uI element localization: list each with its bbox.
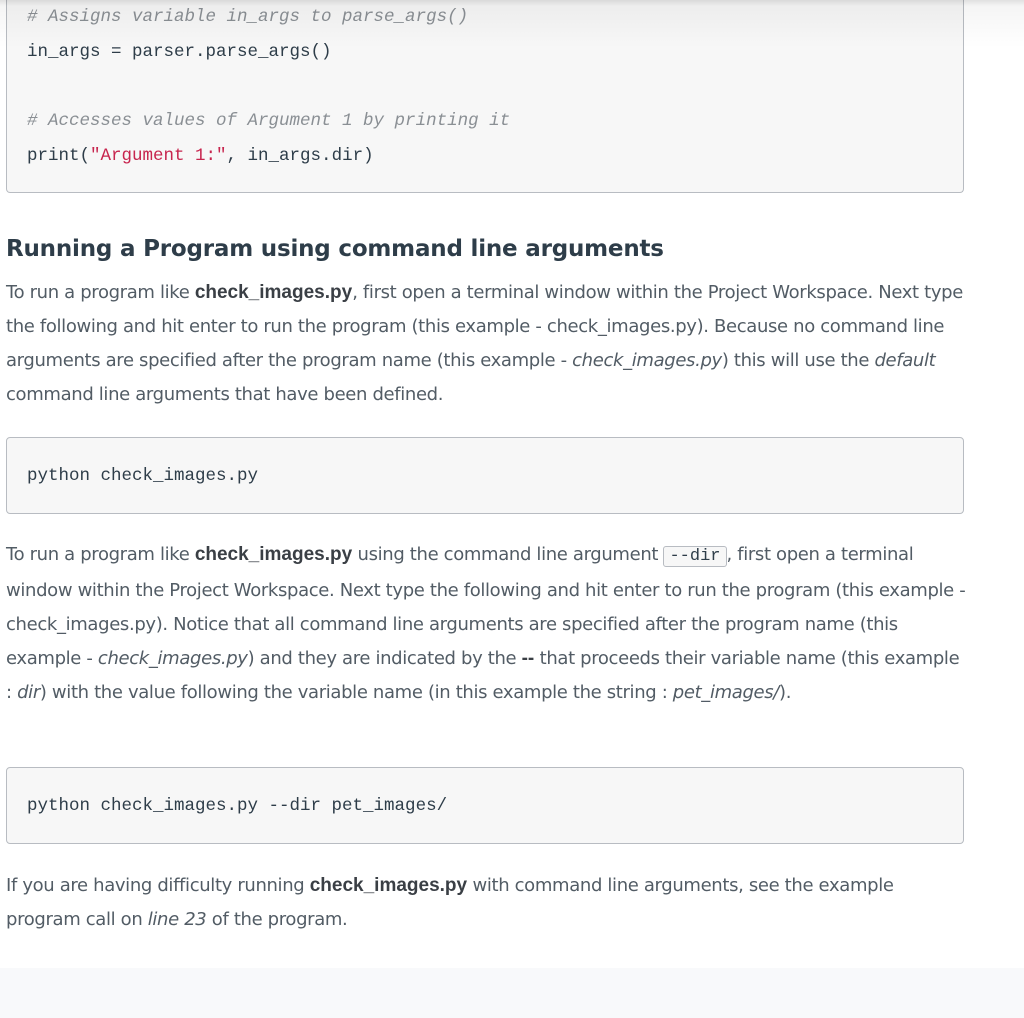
paragraph-help: If you are having difficulty running che… bbox=[6, 869, 966, 937]
italic-default: default bbox=[874, 350, 936, 371]
inline-code-dir: --dir bbox=[663, 546, 727, 567]
code-block-run-default: python check_images.py bbox=[6, 437, 964, 514]
italic-filename: check_images.py bbox=[97, 648, 248, 669]
bold-filename: check_images.py bbox=[194, 544, 353, 565]
text: of the program. bbox=[206, 909, 348, 930]
text: To run a program like bbox=[6, 544, 195, 565]
code-block-parse-args: # Assigns variable in_args to parse_args… bbox=[6, 0, 964, 193]
text: ) this will use the bbox=[721, 350, 875, 371]
page-footer-area bbox=[0, 968, 1024, 1018]
text: ). bbox=[779, 682, 792, 703]
code-line-print: print("Argument 1:", in_args.dir) bbox=[27, 139, 943, 174]
paragraph-dir-arg: To run a program like check_images.py us… bbox=[6, 538, 966, 710]
code-line: in_args = parser.parse_args() bbox=[27, 41, 332, 62]
code-comment: # Assigns variable in_args to parse_args… bbox=[27, 7, 469, 27]
bold-filename: check_images.py bbox=[194, 282, 353, 303]
italic-pet-images: pet_images/ bbox=[672, 682, 780, 703]
text: If you are having difficulty running bbox=[6, 875, 310, 896]
text: To run a program like bbox=[6, 282, 195, 303]
text: command line arguments that have been de… bbox=[6, 384, 444, 405]
code-token: print( bbox=[27, 145, 91, 166]
paragraph-default-args: To run a program like check_images.py, f… bbox=[6, 276, 966, 412]
code-block-run-with-dir: python check_images.py --dir pet_images/ bbox=[6, 767, 964, 844]
text: using the command line argument bbox=[352, 544, 664, 565]
italic-dir: dir bbox=[17, 682, 40, 703]
italic-filename: check_images.py bbox=[572, 350, 722, 371]
text: ) and they are indicated by the bbox=[247, 648, 522, 669]
text: ) with the value following the variable … bbox=[39, 682, 673, 703]
section-heading: Running a Program using command line arg… bbox=[6, 236, 664, 262]
bold-dashes: -- bbox=[521, 648, 535, 669]
code-comment: # Accesses values of Argument 1 by print… bbox=[27, 111, 511, 131]
code-string: "Argument 1:" bbox=[90, 145, 227, 166]
code-token: , in_args.dir) bbox=[226, 145, 374, 166]
italic-line-ref: line 23 bbox=[147, 909, 207, 930]
bold-filename: check_images.py bbox=[309, 875, 468, 896]
